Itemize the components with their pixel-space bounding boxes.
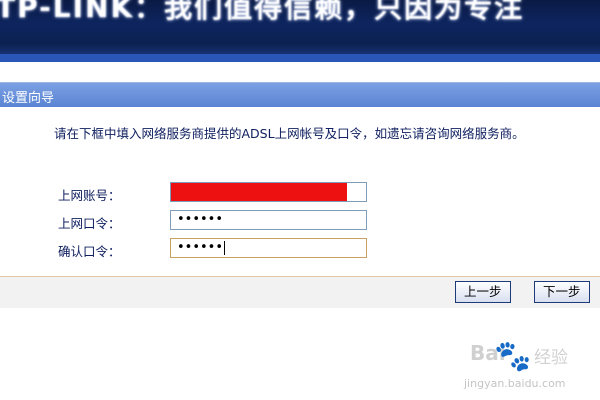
- confirm-mask: ••••••: [177, 240, 224, 255]
- password-mask: ••••••: [177, 212, 224, 227]
- panel-title: 设置向导: [2, 91, 55, 106]
- redaction-block: [171, 183, 347, 201]
- confirm-label: 确认口令：: [58, 244, 121, 259]
- confirm-password-input[interactable]: ••••••: [170, 238, 367, 258]
- panel-header: 设置向导: [0, 83, 600, 107]
- instruction-text: 请在下框中填入网络服务商提供的ADSL上网帐号及口令，如遗忘请咨询网络服务商。: [54, 126, 525, 141]
- button-bar: 上一步 下一步: [0, 277, 600, 308]
- account-label: 上网账号：: [58, 188, 121, 203]
- next-step-button[interactable]: 下一步: [534, 281, 590, 303]
- watermark-url: jingyan.baidu.com: [464, 377, 566, 390]
- confirm-mask-wrap: ••••••: [177, 240, 226, 256]
- paw-icon: 🐾: [494, 339, 532, 374]
- banner-stripe: [0, 54, 600, 62]
- setup-wizard-panel: 设置向导 请在下框中填入网络服务商提供的ADSL上网帐号及口令，如遗忘请咨询网络…: [0, 82, 600, 308]
- password-label: 上网口令：: [58, 216, 121, 231]
- previous-step-button[interactable]: 上一步: [455, 281, 511, 303]
- account-input[interactable]: [170, 182, 367, 202]
- watermark-jingyan: 经验: [534, 348, 568, 368]
- banner-title: TP-LINK：我们值得信赖，只因为专注: [0, 0, 525, 24]
- baidu-watermark: Bai 🐾 经验 jingyan.baidu.com: [464, 335, 600, 400]
- text-cursor: [224, 240, 226, 255]
- password-input[interactable]: ••••••: [170, 210, 367, 230]
- router-banner: TP-LINK：我们值得信赖，只因为专注: [0, 0, 600, 62]
